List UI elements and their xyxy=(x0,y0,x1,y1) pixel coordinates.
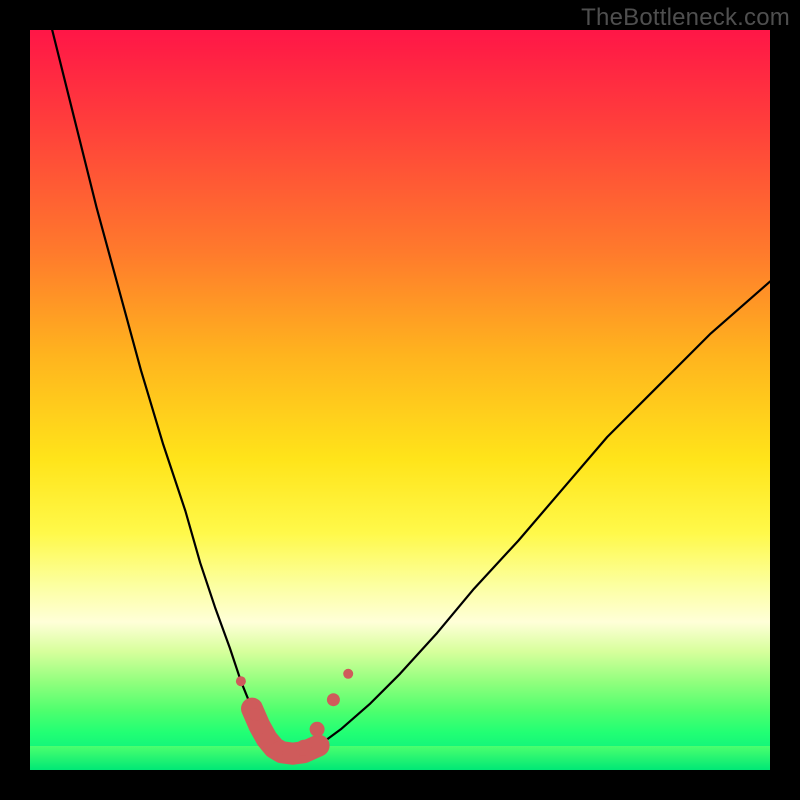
marker-dot xyxy=(327,693,340,706)
chart-svg xyxy=(30,30,770,770)
marker-dot xyxy=(310,722,325,737)
marker-dot xyxy=(343,669,353,679)
marker-dot xyxy=(249,708,262,721)
marker-dots xyxy=(236,669,353,762)
bottleneck-curve xyxy=(52,30,770,754)
marker-dot xyxy=(296,740,312,756)
watermark-text: TheBottleneck.com xyxy=(581,4,790,32)
outer-frame: TheBottleneck.com xyxy=(0,0,800,800)
marker-dot xyxy=(236,676,246,686)
plot-area xyxy=(30,30,770,770)
